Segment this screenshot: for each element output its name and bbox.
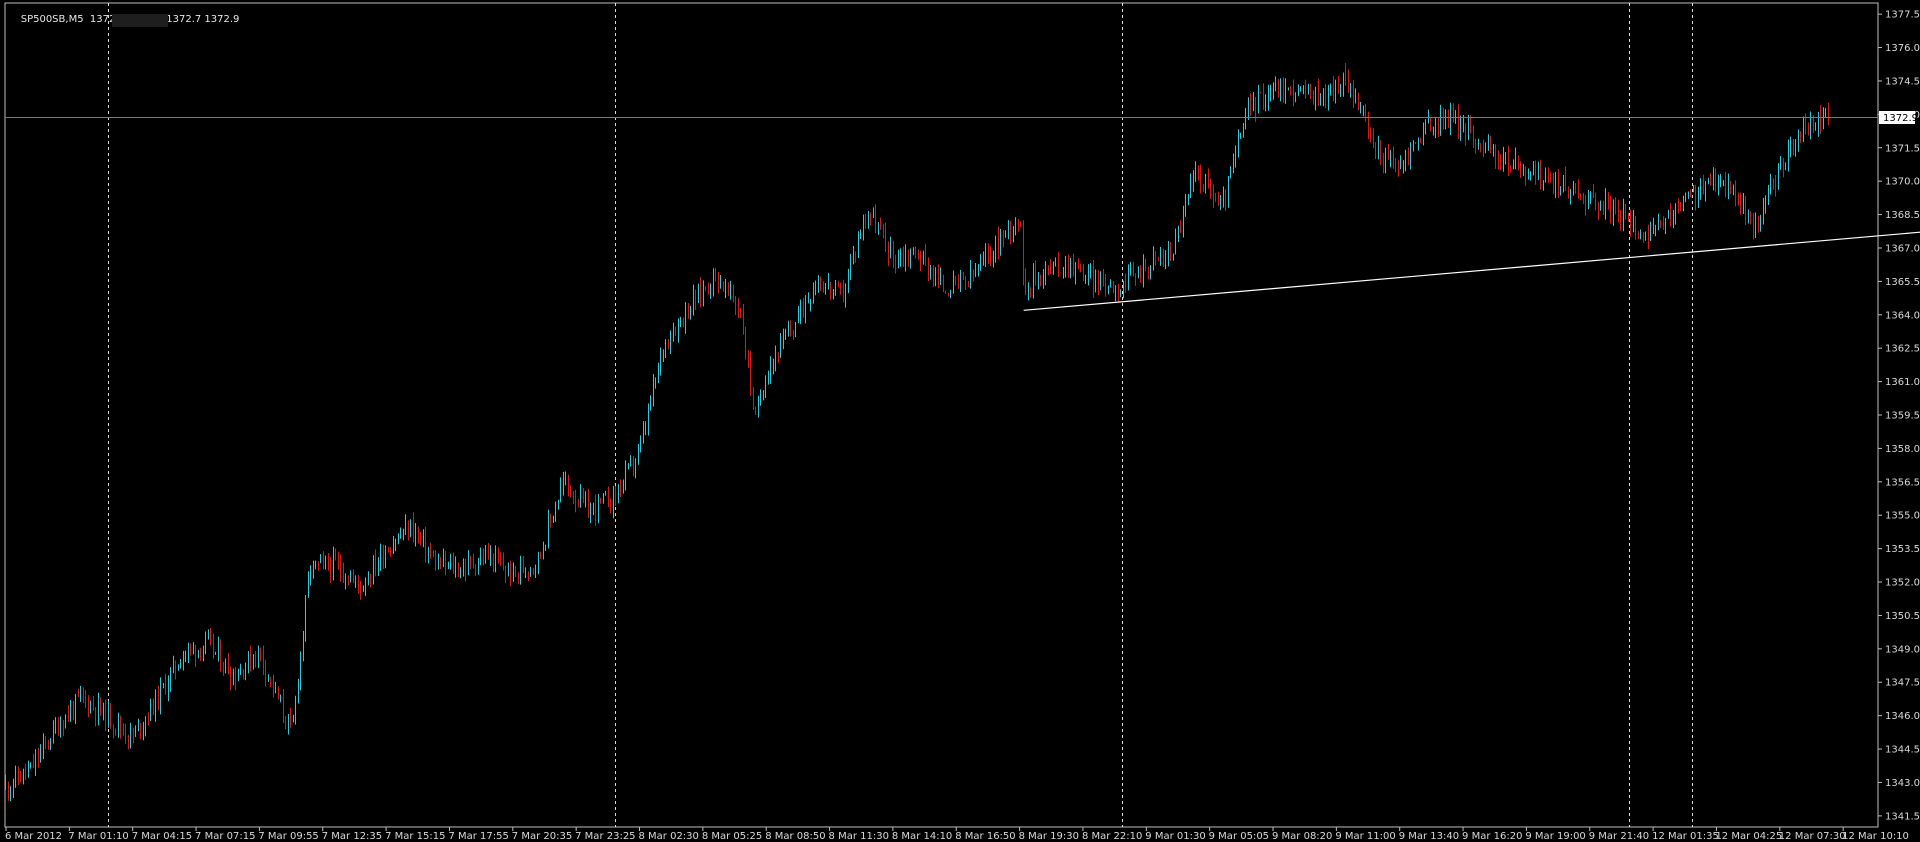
y-tick-label-13: 1358.0 xyxy=(1885,444,1920,455)
x-tick-label-10: 8 Mar 02:30 xyxy=(639,831,699,842)
y-tick-label-20: 1347.5 xyxy=(1885,678,1920,689)
x-tick-label-16: 8 Mar 19:30 xyxy=(1019,831,1079,842)
x-tick-label-1: 7 Mar 01:10 xyxy=(68,831,128,842)
y-tick-label-12: 1359.5 xyxy=(1885,411,1920,422)
y-tick-label-24: 1341.5 xyxy=(1885,811,1920,822)
x-tick-label-13: 8 Mar 11:30 xyxy=(829,831,889,842)
y-tick-label-8: 1365.5 xyxy=(1885,277,1920,288)
x-tick-label-21: 9 Mar 11:00 xyxy=(1335,831,1395,842)
x-tick-label-11: 8 Mar 05:25 xyxy=(702,831,762,842)
y-tick-label-4: 1371.5 xyxy=(1885,143,1920,154)
y-tick-label-17: 1352.0 xyxy=(1885,578,1920,589)
x-tick-label-22: 9 Mar 13:40 xyxy=(1399,831,1459,842)
x-tick-label-17: 8 Mar 22:10 xyxy=(1082,831,1142,842)
x-tick-label-12: 8 Mar 08:50 xyxy=(765,831,825,842)
x-tick-label-9: 7 Mar 23:25 xyxy=(575,831,635,842)
x-tick-label-15: 8 Mar 16:50 xyxy=(955,831,1015,842)
y-tick-label-21: 1346.0 xyxy=(1885,711,1920,722)
y-tick-label-7: 1367.0 xyxy=(1885,243,1920,254)
x-tick-label-20: 9 Mar 08:20 xyxy=(1272,831,1332,842)
x-tick-label-28: 12 Mar 07:30 xyxy=(1779,831,1846,842)
x-tick-label-0: 6 Mar 2012 xyxy=(5,831,62,842)
x-tick-label-2: 7 Mar 04:15 xyxy=(132,831,192,842)
x-tick-label-25: 9 Mar 21:40 xyxy=(1589,831,1649,842)
y-tick-label-19: 1349.0 xyxy=(1885,644,1920,655)
x-tick-label-4: 7 Mar 09:55 xyxy=(258,831,318,842)
y-tick-label-15: 1355.0 xyxy=(1885,511,1920,522)
y-tick-label-6: 1368.5 xyxy=(1885,210,1920,221)
x-tick-label-19: 9 Mar 05:05 xyxy=(1209,831,1269,842)
price-chart[interactable]: 1377.51376.01374.51373.01371.51370.01368… xyxy=(0,0,1920,842)
chart-window[interactable]: 1377.51376.01374.51373.01371.51370.01368… xyxy=(0,0,1920,842)
y-tick-label-2: 1374.5 xyxy=(1885,76,1920,87)
y-tick-label-16: 1353.5 xyxy=(1885,544,1920,555)
current-price-tag-label: 1372.9 xyxy=(1883,113,1918,124)
y-tick-label-0: 1377.5 xyxy=(1885,10,1920,21)
y-tick-label-23: 1343.0 xyxy=(1885,778,1920,789)
zoom-indicator xyxy=(112,14,168,27)
x-tick-label-18: 9 Mar 01:30 xyxy=(1145,831,1205,842)
y-tick-label-11: 1361.0 xyxy=(1885,377,1920,388)
y-tick-label-18: 1350.5 xyxy=(1885,611,1920,622)
plot-frame xyxy=(4,2,1879,828)
x-tick-label-29: 12 Mar 10:10 xyxy=(1842,831,1909,842)
y-tick-label-1: 1376.0 xyxy=(1885,43,1920,54)
x-tick-label-24: 9 Mar 19:00 xyxy=(1525,831,1585,842)
x-tick-label-23: 9 Mar 16:20 xyxy=(1462,831,1522,842)
x-tick-label-27: 12 Mar 04:25 xyxy=(1715,831,1782,842)
x-tick-label-5: 7 Mar 12:35 xyxy=(322,831,382,842)
x-tick-label-7: 7 Mar 17:55 xyxy=(448,831,508,842)
x-tick-label-14: 8 Mar 14:10 xyxy=(892,831,952,842)
y-tick-label-10: 1362.5 xyxy=(1885,344,1920,355)
symbol-label: SP500SB,M5 xyxy=(20,14,84,25)
y-tick-label-14: 1356.5 xyxy=(1885,477,1920,488)
y-tick-label-22: 1344.5 xyxy=(1885,745,1920,756)
x-tick-label-26: 12 Mar 01:35 xyxy=(1652,831,1719,842)
y-tick-label-9: 1364.0 xyxy=(1885,310,1920,321)
x-tick-label-3: 7 Mar 07:15 xyxy=(195,831,255,842)
support-trendline xyxy=(1023,231,1920,311)
x-tick-label-8: 7 Mar 20:35 xyxy=(512,831,572,842)
x-tick-label-6: 7 Mar 15:15 xyxy=(385,831,445,842)
y-tick-label-5: 1370.0 xyxy=(1885,177,1920,188)
